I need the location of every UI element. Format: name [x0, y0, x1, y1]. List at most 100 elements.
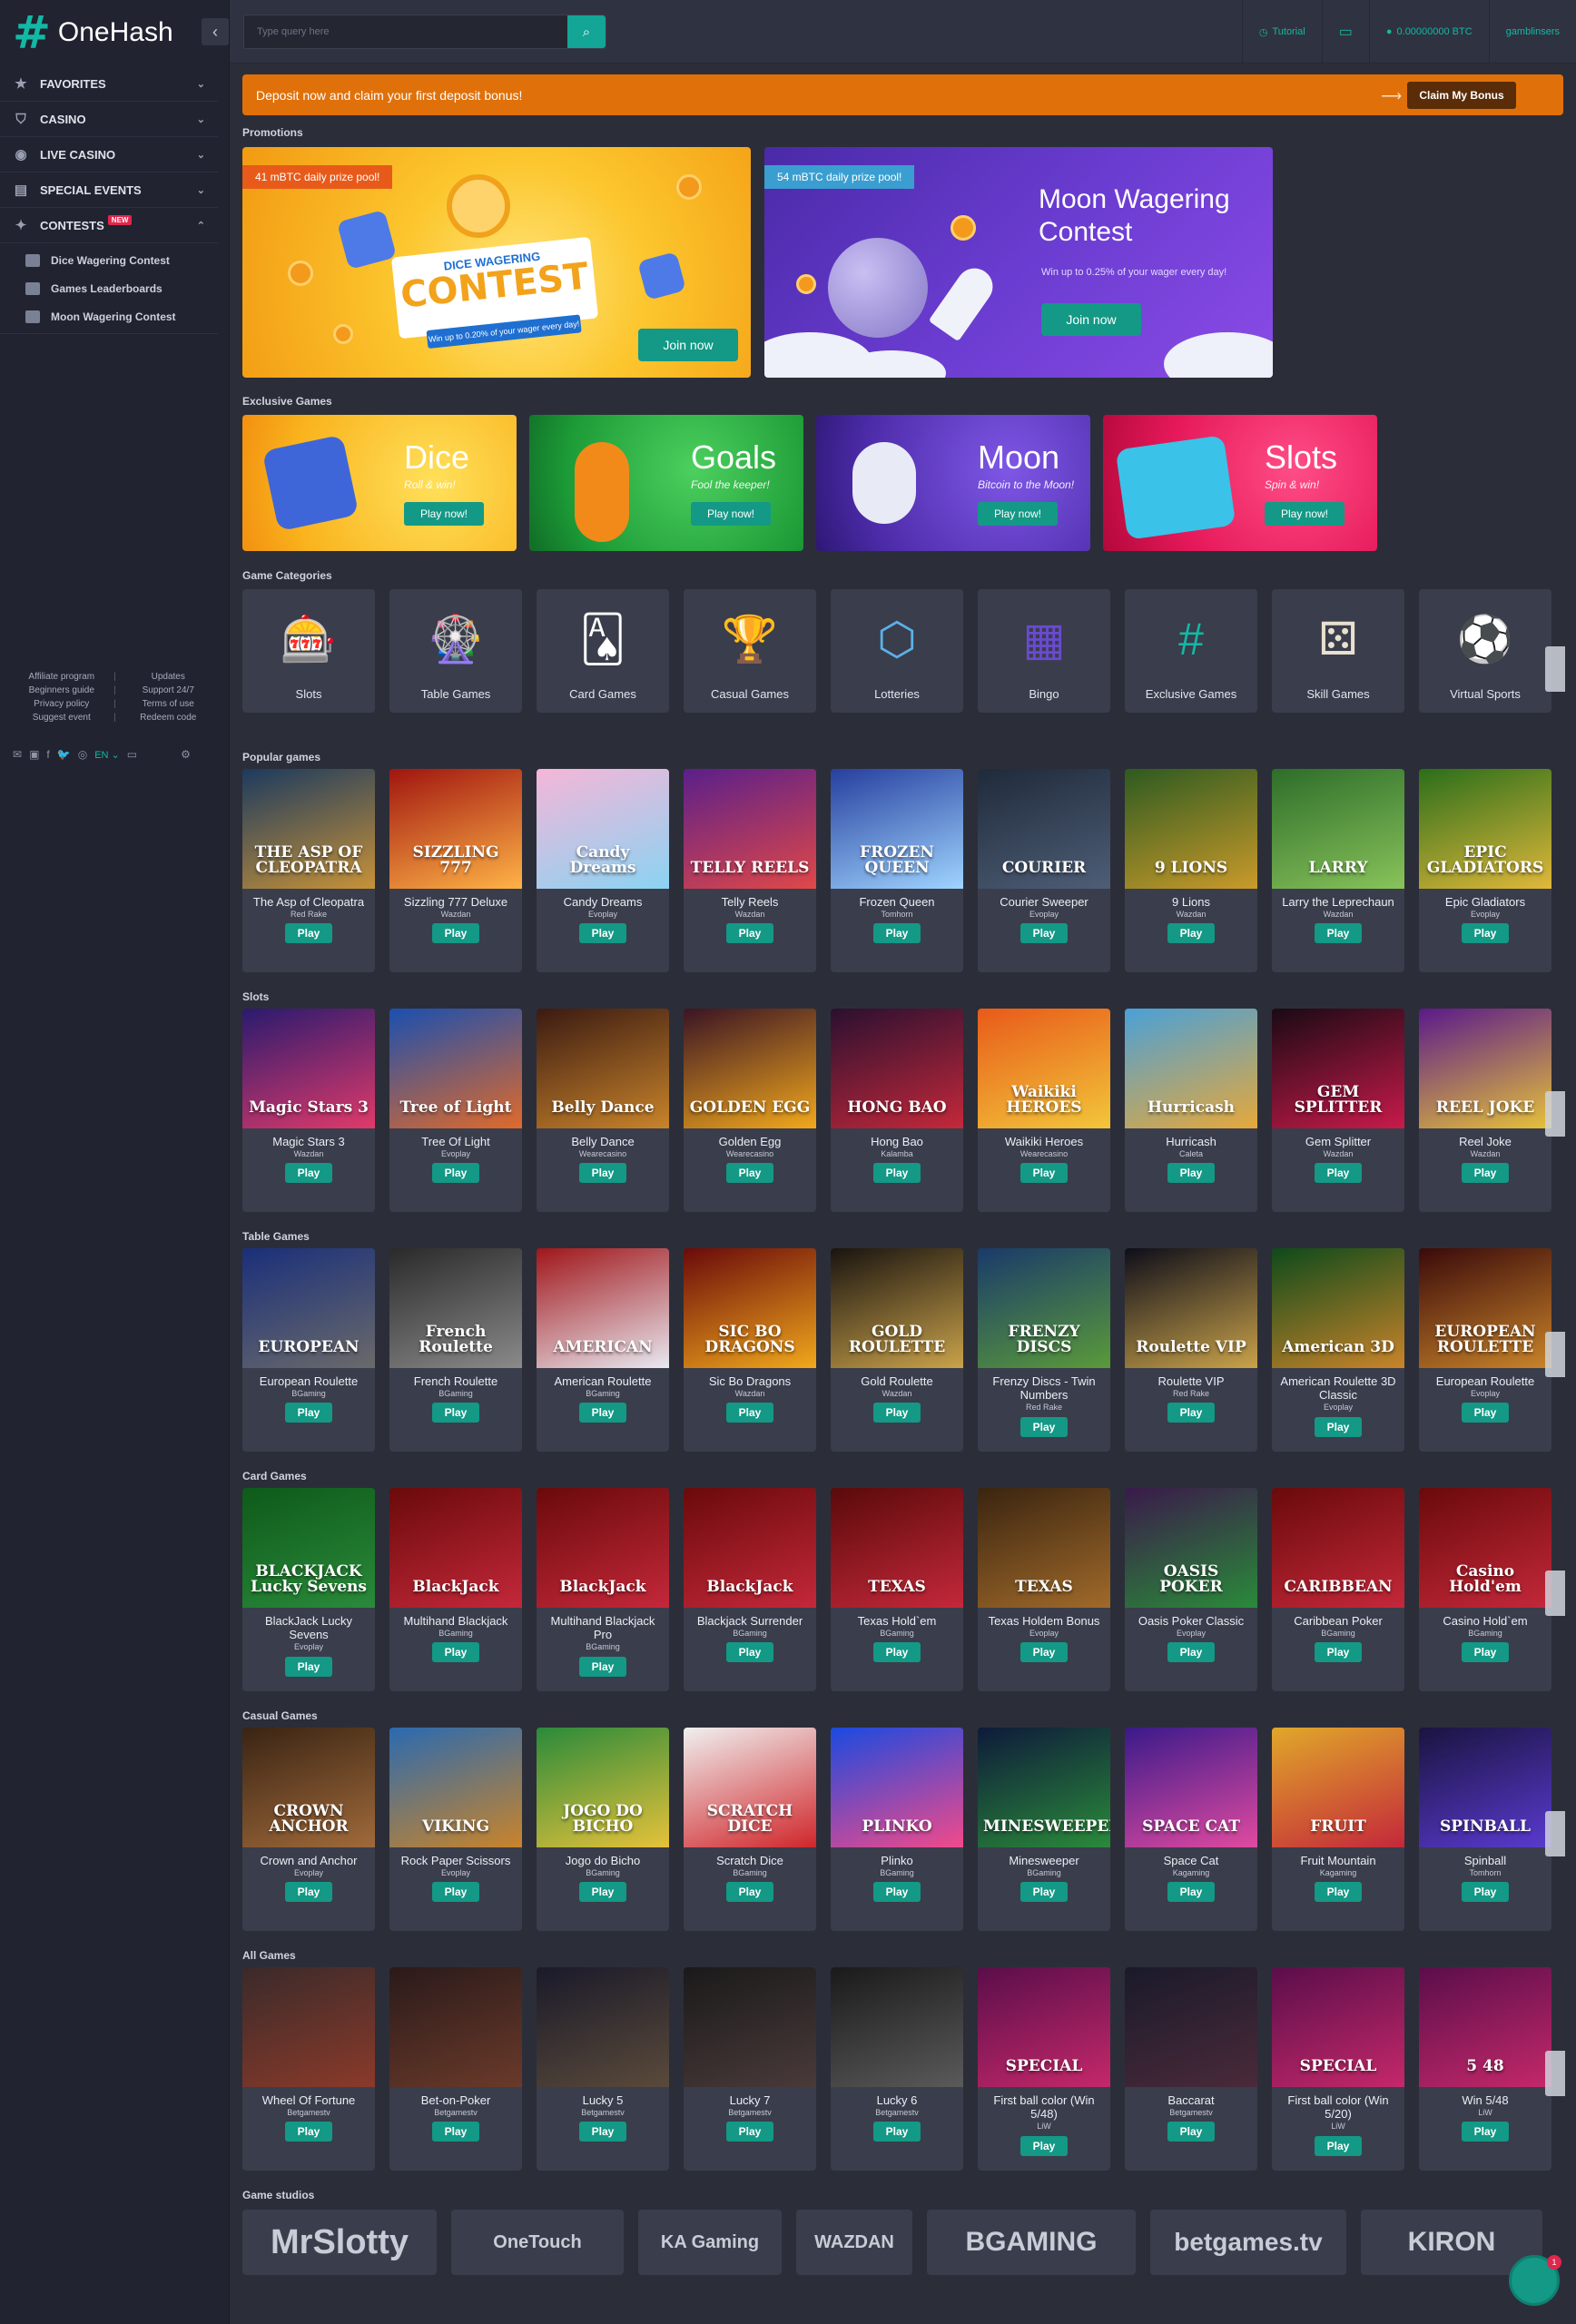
game-card[interactable]: Lucky 5 Betgamestv Play	[537, 1967, 669, 2171]
play-button[interactable]: Play	[1020, 1882, 1068, 1902]
game-thumbnail[interactable]: REEL JOKE	[1419, 1009, 1551, 1128]
play-button[interactable]: Play	[579, 1882, 626, 1902]
game-thumbnail[interactable]: MINESWEEPER	[978, 1728, 1110, 1847]
category-tile[interactable]: ⚽ Virtual Sports	[1419, 589, 1551, 713]
game-thumbnail[interactable]: VIKING	[389, 1728, 522, 1847]
game-thumbnail[interactable]: AMERICAN	[537, 1248, 669, 1368]
submenu-item-moon-contest[interactable]: Moon Wagering Contest	[0, 302, 218, 330]
game-card[interactable]: CROWN ANCHOR Crown and Anchor Evoplay Play	[242, 1728, 375, 1931]
play-button[interactable]: Play	[1315, 1417, 1362, 1437]
game-card[interactable]: 5 48 Win 5/48 LiW Play	[1419, 1967, 1551, 2171]
game-thumbnail[interactable]: CARIBBEAN	[1272, 1488, 1404, 1608]
search-button[interactable]: ⌕	[567, 15, 606, 48]
game-thumbnail[interactable]: SCRATCH DICE	[684, 1728, 816, 1847]
game-thumbnail[interactable]: LARRY	[1272, 769, 1404, 889]
submenu-item-dice-contest[interactable]: Dice Wagering Contest	[0, 246, 218, 274]
game-thumbnail[interactable]: PLINKO	[831, 1728, 963, 1847]
game-card[interactable]: Wheel Of Fortune Betgamestv Play	[242, 1967, 375, 2171]
game-thumbnail[interactable]: Candy Dreams	[537, 769, 669, 889]
game-card[interactable]: TELLY REELS Telly Reels Wazdan Play	[684, 769, 816, 972]
game-thumbnail[interactable]: Hurricash	[1125, 1009, 1257, 1128]
game-card[interactable]: Candy Dreams Candy Dreams Evoplay Play	[537, 769, 669, 972]
play-button[interactable]: Play	[432, 1163, 479, 1183]
play-button[interactable]: Play	[873, 2122, 921, 2142]
play-button[interactable]: Play	[873, 1642, 921, 1662]
play-button[interactable]: Play	[579, 923, 626, 943]
play-button[interactable]: Play	[432, 2122, 479, 2142]
game-card[interactable]: BlackJack Blackjack Surrender BGaming Play	[684, 1488, 816, 1691]
brand-logo[interactable]: # OneHash	[13, 10, 173, 55]
category-tile[interactable]: 🎰 Slots	[242, 589, 375, 713]
game-card[interactable]: TEXAS Texas Holdem Bonus Evoplay Play	[978, 1488, 1110, 1691]
link-affiliate[interactable]: Affiliate program	[13, 672, 111, 682]
game-thumbnail[interactable]: BLACKJACK Lucky Sevens	[242, 1488, 375, 1608]
game-thumbnail[interactable]: FRENZY DISCS	[978, 1248, 1110, 1368]
play-button[interactable]: Play	[1167, 2122, 1215, 2142]
scroll-right-button[interactable]	[1545, 646, 1565, 692]
game-card[interactable]: OASIS POKER Oasis Poker Classic Evoplay Pla…	[1125, 1488, 1257, 1691]
play-button[interactable]: Play	[285, 2122, 332, 2142]
game-thumbnail[interactable]: FRUIT	[1272, 1728, 1404, 1847]
game-thumbnail[interactable]: TEXAS	[978, 1488, 1110, 1608]
game-card[interactable]: THE ASP OF CLEOPATRA The Asp of Cleopatra…	[242, 769, 375, 972]
game-card[interactable]: TEXAS Texas Hold`em BGaming Play	[831, 1488, 963, 1691]
game-card[interactable]: VIKING Rock Paper Scissors Evoplay Play	[389, 1728, 522, 1931]
game-thumbnail[interactable]: TEXAS	[831, 1488, 963, 1608]
play-button[interactable]: Play	[1462, 923, 1509, 943]
studio-logo[interactable]: betgames.tv	[1150, 2210, 1346, 2275]
play-button[interactable]: Play	[285, 1882, 332, 1902]
game-card[interactable]: SIC BO DRAGONS Sic Bo Dragons Wazdan Play	[684, 1248, 816, 1452]
game-thumbnail[interactable]: 9 LIONS	[1125, 769, 1257, 889]
play-button[interactable]: Play	[1020, 2136, 1068, 2156]
game-card[interactable]: JOGO DO BICHO Jogo do Bicho BGaming Play	[537, 1728, 669, 1931]
game-thumbnail[interactable]: GEM SPLITTER	[1272, 1009, 1404, 1128]
email-icon[interactable]: ✉	[13, 748, 22, 761]
game-thumbnail[interactable]: FROZEN QUEEN	[831, 769, 963, 889]
game-card[interactable]: MINESWEEPER Minesweeper BGaming Play	[978, 1728, 1110, 1931]
studio-logo[interactable]: WAZDAN	[796, 2210, 912, 2275]
game-thumbnail[interactable]	[389, 1967, 522, 2087]
twitter-icon[interactable]: 🐦	[57, 748, 71, 761]
game-card[interactable]: Belly Dance Belly Dance Wearecasino Play	[537, 1009, 669, 1212]
user-menu[interactable]: gamblinsers	[1488, 0, 1576, 64]
game-card[interactable]: FRUIT Fruit Mountain Kagaming Play	[1272, 1728, 1404, 1931]
play-button[interactable]: Play	[432, 1403, 479, 1423]
play-button[interactable]: Play	[285, 1403, 332, 1423]
search-input[interactable]	[244, 15, 566, 48]
play-button[interactable]: Play	[1462, 1642, 1509, 1662]
game-thumbnail[interactable]: Tree of Light	[389, 1009, 522, 1128]
game-thumbnail[interactable]	[537, 1967, 669, 2087]
play-button[interactable]: Play	[1315, 1642, 1362, 1662]
game-card[interactable]: French Roulette French Roulette BGaming Pla…	[389, 1248, 522, 1452]
play-button[interactable]: Play	[285, 1163, 332, 1183]
claim-bonus-button[interactable]: Claim My Bonus	[1407, 82, 1516, 109]
sidebar-item-favorites[interactable]: ★ FAVORITES ⌄	[0, 66, 218, 102]
category-tile[interactable]: 🎡 Table Games	[389, 589, 522, 713]
play-button[interactable]: Play	[1020, 1163, 1068, 1183]
game-card[interactable]: HONG BAO Hong Bao Kalamba Play	[831, 1009, 963, 1212]
sidebar-item-contests[interactable]: ✦ CONTESTS NEW ⌃	[0, 208, 218, 243]
game-card[interactable]: Bet-on-Poker Betgamestv Play	[389, 1967, 522, 2171]
game-card[interactable]: GEM SPLITTER Gem Splitter Wazdan Play	[1272, 1009, 1404, 1212]
game-card[interactable]: PLINKO Plinko BGaming Play	[831, 1728, 963, 1931]
play-button[interactable]: Play	[873, 1882, 921, 1902]
scroll-right-button[interactable]	[1545, 2051, 1565, 2096]
game-card[interactable]: EUROPEAN European Roulette BGaming Play	[242, 1248, 375, 1452]
play-button[interactable]: Play	[1167, 1642, 1215, 1662]
game-thumbnail[interactable]	[242, 1967, 375, 2087]
game-card[interactable]: BLACKJACK Lucky Sevens BlackJack Lucky Se…	[242, 1488, 375, 1691]
game-card[interactable]: COURIER Courier Sweeper Evoplay Play	[978, 769, 1110, 972]
game-card[interactable]: BlackJack Multihand Blackjack Pro BGaming P…	[537, 1488, 669, 1691]
game-thumbnail[interactable]: GOLD ROULETTE	[831, 1248, 963, 1368]
game-card[interactable]: Lucky 6 Betgamestv Play	[831, 1967, 963, 2171]
play-button[interactable]: Play	[726, 1163, 773, 1183]
play-button[interactable]: Play	[726, 2122, 773, 2142]
game-card[interactable]: GOLDEN EGG Golden Egg Wearecasino Play	[684, 1009, 816, 1212]
game-card[interactable]: Baccarat Betgamestv Play	[1125, 1967, 1257, 2171]
game-thumbnail[interactable]: Casino Hold'em	[1419, 1488, 1551, 1608]
game-thumbnail[interactable]: BlackJack	[684, 1488, 816, 1608]
game-card[interactable]: CARIBBEAN Caribbean Poker BGaming Play	[1272, 1488, 1404, 1691]
sidebar-item-casino[interactable]: ⛉ CASINO ⌄	[0, 102, 218, 137]
exclusive-game-slots[interactable]: Slots Spin & win! Play now!	[1103, 415, 1377, 551]
play-button[interactable]: Play	[579, 2122, 626, 2142]
